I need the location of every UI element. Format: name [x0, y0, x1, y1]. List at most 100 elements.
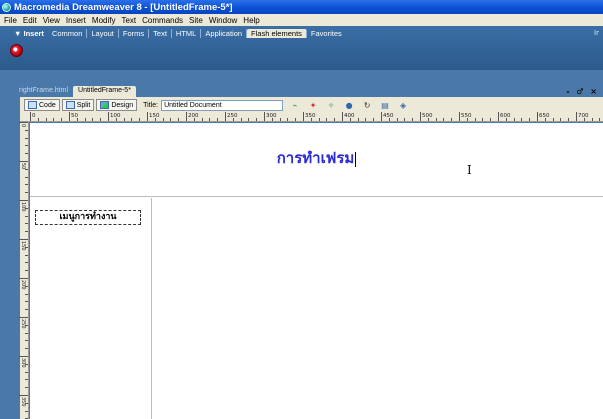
file-management-icon[interactable]: ⌁ [289, 100, 301, 111]
tab-common[interactable]: Common [48, 28, 88, 38]
document-window-controls[interactable]: - ♂ × [566, 87, 599, 96]
tab-text[interactable]: Text [149, 28, 172, 38]
ruler-tick [25, 379, 28, 381]
ruler-label: 0 [20, 124, 26, 128]
ruler-label: 600 [500, 113, 511, 119]
ruler-tick [490, 118, 492, 121]
preview-in-browser-icon[interactable]: ✦ [307, 100, 319, 111]
menu-bar: File Edit View Insert Modify Text Comman… [0, 14, 603, 26]
main-frame[interactable] [153, 198, 603, 419]
ruler-tick [396, 118, 398, 121]
ruler-tick [25, 215, 28, 217]
ruler-tick [147, 112, 148, 121]
ruler-tick [25, 192, 28, 194]
ruler-tick [576, 112, 577, 121]
ruler-tick [30, 112, 31, 121]
ruler-tick [435, 118, 437, 121]
doc-tab-rightframe[interactable]: rightFrame.html [14, 86, 73, 97]
left-frame[interactable]: เมนูการทำงาน [30, 198, 152, 419]
ruler-tick [19, 122, 28, 123]
tab-application[interactable]: Application [201, 28, 248, 38]
code-view-icon [28, 101, 37, 109]
tab-forms[interactable]: Forms [119, 28, 150, 38]
ruler-label: 400 [344, 113, 355, 119]
ruler-tick [201, 118, 203, 121]
ruler-tick [139, 118, 141, 121]
menu-modify[interactable]: Modify [89, 16, 119, 25]
menu-help[interactable]: Help [240, 16, 262, 25]
tab-favorites[interactable]: Favorites [307, 29, 346, 38]
ruler-tick [25, 371, 28, 373]
refresh-icon[interactable]: ↻ [361, 100, 373, 111]
text-caret [355, 151, 357, 167]
menu-view[interactable]: View [40, 16, 63, 25]
ruler-label: 150 [149, 113, 160, 119]
frame-heading[interactable]: การทำเฟรม [30, 146, 603, 170]
ruler-tick [25, 270, 28, 272]
ruler-label: 200 [188, 113, 199, 119]
menu-commands[interactable]: Commands [139, 16, 186, 25]
ruler-tick [279, 118, 281, 121]
ruler-tick [162, 118, 164, 121]
insert-bar-overflow: Ir [594, 29, 599, 37]
ruler-tick [240, 118, 242, 121]
menu-file[interactable]: File [1, 16, 20, 25]
debug-icon[interactable]: ✧ [325, 100, 337, 111]
ruler-tick [25, 176, 28, 178]
insert-panel-toggle[interactable]: ▼ Insert [10, 29, 48, 38]
ruler-tick [84, 118, 86, 121]
ruler-tick [482, 118, 484, 121]
ruler-label: 300 [20, 358, 26, 368]
menu-insert[interactable]: Insert [63, 16, 89, 25]
design-view-button[interactable]: Design [96, 99, 138, 111]
ruler-tick [25, 293, 28, 295]
window-title: Macromedia Dreamweaver 8 - [UntitledFram… [14, 1, 233, 13]
tab-layout[interactable]: Layout [87, 28, 119, 38]
ruler-tick [186, 112, 187, 121]
ruler-tick [591, 118, 593, 121]
ruler-tick [108, 112, 109, 121]
document-title-input[interactable]: Untitled Document [161, 99, 284, 111]
menu-edit[interactable]: Edit [20, 16, 40, 25]
ruler-tick [69, 112, 70, 121]
ruler-tick [459, 112, 460, 121]
menu-label-box[interactable]: เมนูการทำงาน [35, 210, 141, 225]
ruler-tick [25, 137, 28, 139]
flash-button-icon[interactable] [10, 44, 23, 57]
code-view-button[interactable]: Code [24, 99, 60, 111]
ruler-tick [295, 118, 297, 121]
horizontal-ruler: 0 50 100 150 200 250 300 350 400 450 500 550 600 650 7… [20, 112, 603, 122]
check-page-icon[interactable]: ● [343, 100, 355, 111]
tab-flash-elements[interactable]: Flash elements [247, 28, 307, 38]
visual-aids-icon[interactable]: ◈ [397, 100, 409, 111]
vertical-ruler: 0 50 100 150 200 250 300 350 [19, 122, 29, 419]
design-canvas[interactable]: การทำเฟรม I เมนูการทำงาน [30, 123, 603, 419]
doc-tab-untitledframe[interactable]: UntitledFrame-5* [73, 86, 136, 97]
ruler-tick [342, 112, 343, 121]
frame-heading-text: การทำเฟรม [276, 149, 355, 167]
ruler-tick [61, 118, 63, 121]
ruler-tick [53, 118, 55, 121]
top-frame[interactable]: การทำเฟรม I [30, 123, 603, 197]
tab-html[interactable]: HTML [172, 28, 202, 38]
ruler-label: 50 [71, 113, 78, 119]
ruler-label: 50 [20, 163, 26, 170]
ruler-tick [19, 161, 28, 162]
code-view-label: Code [39, 101, 56, 109]
ruler-tick [25, 145, 28, 147]
ruler-tick [19, 200, 28, 201]
split-view-icon [65, 101, 75, 109]
ruler-tick [474, 118, 476, 121]
view-options-icon[interactable]: ▤ [379, 100, 391, 111]
ruler-tick [19, 356, 28, 357]
insert-bar-tabs: ▼ Insert Common Layout Forms Text HTML A… [0, 26, 603, 40]
ruler-tick [381, 112, 382, 121]
dreamweaver-app-icon[interactable] [2, 2, 11, 12]
menu-site[interactable]: Site [186, 16, 206, 25]
ruler-tick [19, 278, 28, 279]
i-beam-cursor-icon: I [467, 163, 472, 177]
ruler-tick [25, 184, 28, 186]
menu-text[interactable]: Text [118, 16, 139, 25]
split-view-button[interactable]: Split [61, 99, 95, 111]
menu-window[interactable]: Window [206, 16, 240, 25]
